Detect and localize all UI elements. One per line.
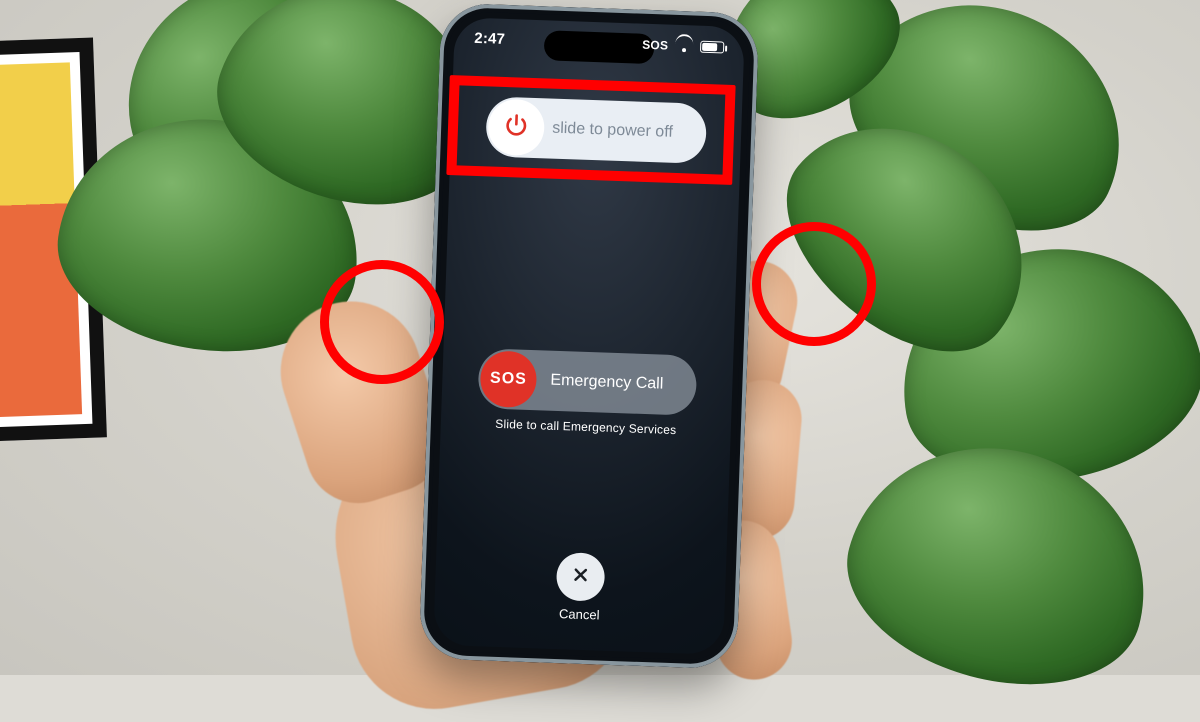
cancel-label: Cancel xyxy=(559,606,600,622)
annotation-rectangle xyxy=(446,75,735,185)
close-icon xyxy=(570,564,591,590)
wifi-icon xyxy=(676,39,692,52)
status-sos-label: SOS xyxy=(642,37,668,52)
annotation-circle-left xyxy=(320,260,444,384)
status-time: 2:47 xyxy=(474,30,505,48)
cancel-button[interactable] xyxy=(556,552,606,602)
sos-badge: SOS xyxy=(490,370,527,389)
emergency-call-slider[interactable]: SOS Emergency Call xyxy=(477,348,697,416)
emergency-slider-label: Emergency Call xyxy=(550,372,663,394)
emergency-slider-hint: Slide to call Emergency Services xyxy=(441,415,731,439)
annotation-circle-right xyxy=(752,222,876,346)
battery-icon xyxy=(700,40,724,53)
emergency-slider-knob[interactable]: SOS xyxy=(479,350,537,408)
